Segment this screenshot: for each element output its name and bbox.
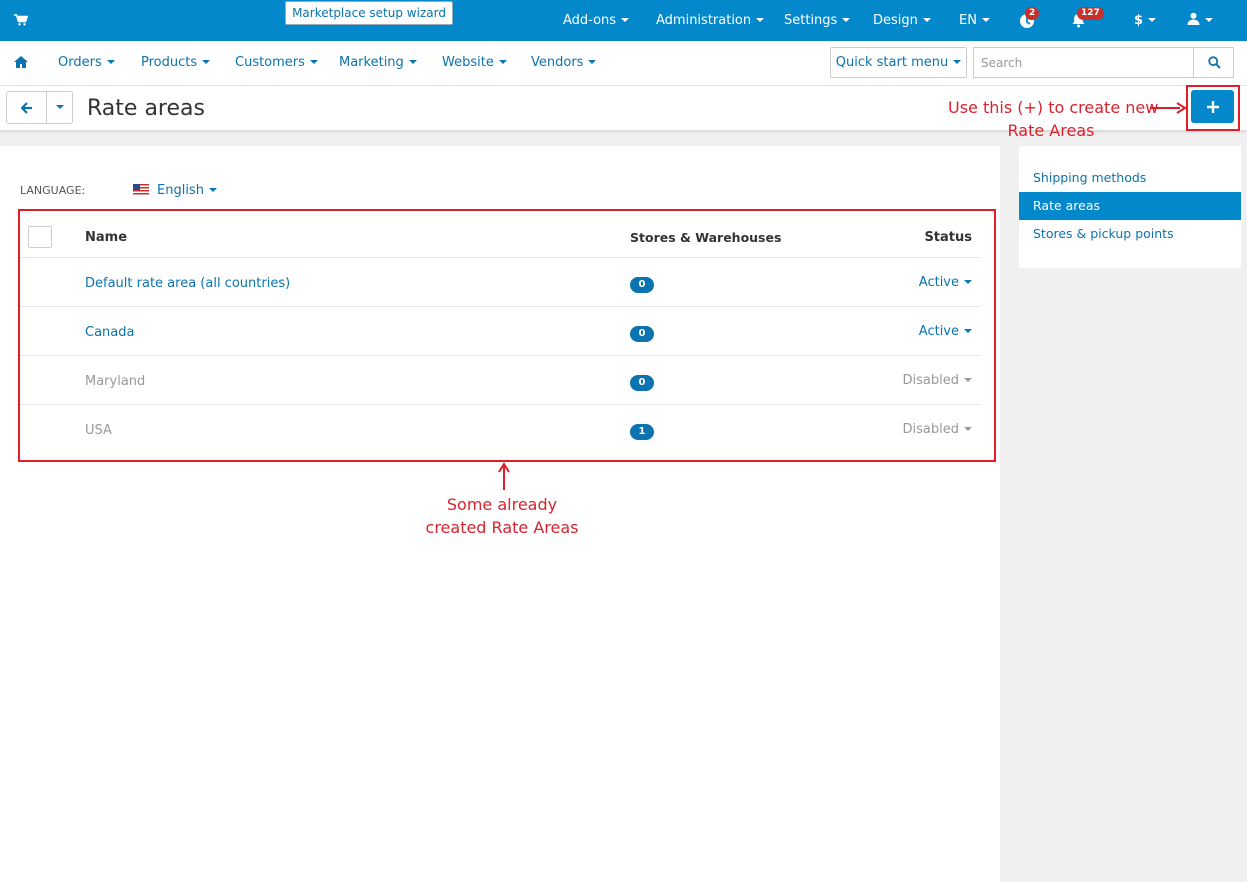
- chevron-down-icon: [202, 59, 211, 64]
- us-flag-icon: [133, 184, 149, 195]
- user-icon: [1187, 12, 1200, 25]
- topnav-administration[interactable]: Administration: [656, 0, 765, 41]
- cart-icon[interactable]: [14, 14, 29, 30]
- topnav-language-label: EN: [959, 13, 977, 28]
- annotation-table-note-line1: Some already: [446, 495, 558, 514]
- topnav-addons-label: Add-ons: [563, 13, 617, 28]
- topnav-administration-label: Administration: [656, 13, 752, 28]
- chevron-down-icon: [621, 17, 630, 22]
- annotation-arrow-right-icon: [1150, 102, 1187, 114]
- chevron-down-icon: [953, 59, 962, 64]
- annotation-table-highlight: [18, 209, 996, 462]
- chevron-down-icon: [756, 17, 765, 22]
- page-title: Rate areas: [87, 96, 205, 121]
- sidebar-item-rate-areas[interactable]: Rate areas: [1019, 192, 1241, 220]
- chevron-down-icon: [922, 17, 931, 22]
- nav-vendors[interactable]: Vendors: [531, 41, 597, 86]
- nav-marketing-label: Marketing: [339, 55, 404, 70]
- search-input[interactable]: [973, 47, 1194, 78]
- marketplace-setup-wizard-button[interactable]: Marketplace setup wizard: [285, 1, 453, 25]
- nav-marketing[interactable]: Marketing: [339, 41, 417, 86]
- chevron-down-icon: [981, 17, 990, 22]
- topnav-addons[interactable]: Add-ons: [563, 0, 630, 41]
- chevron-down-icon: [106, 59, 115, 64]
- language-selector[interactable]: English: [133, 183, 217, 198]
- language-label: LANGUAGE:: [20, 184, 86, 197]
- quick-start-menu-button[interactable]: Quick start menu: [830, 47, 967, 78]
- nav-customers[interactable]: Customers: [235, 41, 318, 86]
- topnav-settings[interactable]: Settings: [784, 0, 851, 41]
- topnav-design-label: Design: [873, 13, 918, 28]
- nav-products-label: Products: [141, 55, 198, 70]
- top-bar: Marketplace setup wizard Add-ons Adminis…: [0, 0, 1247, 41]
- notifications-badge: 127: [1077, 7, 1104, 20]
- annotation-add-note: Use this (+) to create new Rate Areas: [948, 96, 1159, 142]
- updates-badge: 2: [1025, 7, 1040, 20]
- annotation-table-note-line2: created Rate Areas: [425, 518, 579, 537]
- chevron-down-icon: [1148, 17, 1157, 22]
- chevron-down-icon: [588, 59, 597, 64]
- nav-vendors-label: Vendors: [531, 55, 584, 70]
- sidebar-item-shipping-methods[interactable]: Shipping methods: [1019, 164, 1241, 192]
- nav-website-label: Website: [442, 55, 494, 70]
- search-icon: [1208, 56, 1221, 69]
- nav-customers-label: Customers: [235, 55, 305, 70]
- currency-label: $: [1134, 13, 1144, 28]
- nav-orders-label: Orders: [58, 55, 102, 70]
- chevron-down-icon: [408, 59, 417, 64]
- annotation-table-note: Some already created Rate Areas: [402, 493, 602, 539]
- nav-orders[interactable]: Orders: [58, 41, 115, 86]
- annotation-arrow-up-icon: [498, 462, 510, 490]
- arrow-left-icon: [21, 102, 32, 114]
- user-menu[interactable]: [1187, 0, 1213, 41]
- sidebar-item-stores-pickup-points[interactable]: Stores & pickup points: [1019, 220, 1241, 248]
- home-icon[interactable]: [14, 56, 28, 72]
- language-value: English: [157, 183, 204, 198]
- chevron-down-icon: [208, 187, 217, 192]
- nav-website[interactable]: Website: [442, 41, 507, 86]
- annotation-add-note-line1: Use this (+) to create new: [948, 98, 1159, 117]
- search-button[interactable]: [1193, 47, 1234, 78]
- topnav-language[interactable]: EN: [959, 0, 990, 41]
- main-nav: Orders Products Customers Marketing Webs…: [0, 41, 1247, 86]
- nav-products[interactable]: Products: [141, 41, 211, 86]
- chevron-down-icon: [56, 105, 64, 109]
- currency-menu[interactable]: $: [1134, 0, 1157, 41]
- back-button[interactable]: [6, 91, 47, 124]
- annotation-add-button-highlight: [1186, 85, 1240, 131]
- sidebar: Shipping methods Rate areas Stores & pic…: [1019, 146, 1241, 268]
- chevron-down-icon: [309, 59, 318, 64]
- annotation-add-note-line2: Rate Areas: [1007, 121, 1095, 140]
- back-history-dropdown[interactable]: [46, 91, 73, 124]
- quick-start-menu-label: Quick start menu: [835, 55, 949, 70]
- topnav-design[interactable]: Design: [873, 0, 931, 41]
- chevron-down-icon: [842, 17, 851, 22]
- topnav-settings-label: Settings: [784, 13, 838, 28]
- chevron-down-icon: [1205, 17, 1213, 22]
- chevron-down-icon: [498, 59, 507, 64]
